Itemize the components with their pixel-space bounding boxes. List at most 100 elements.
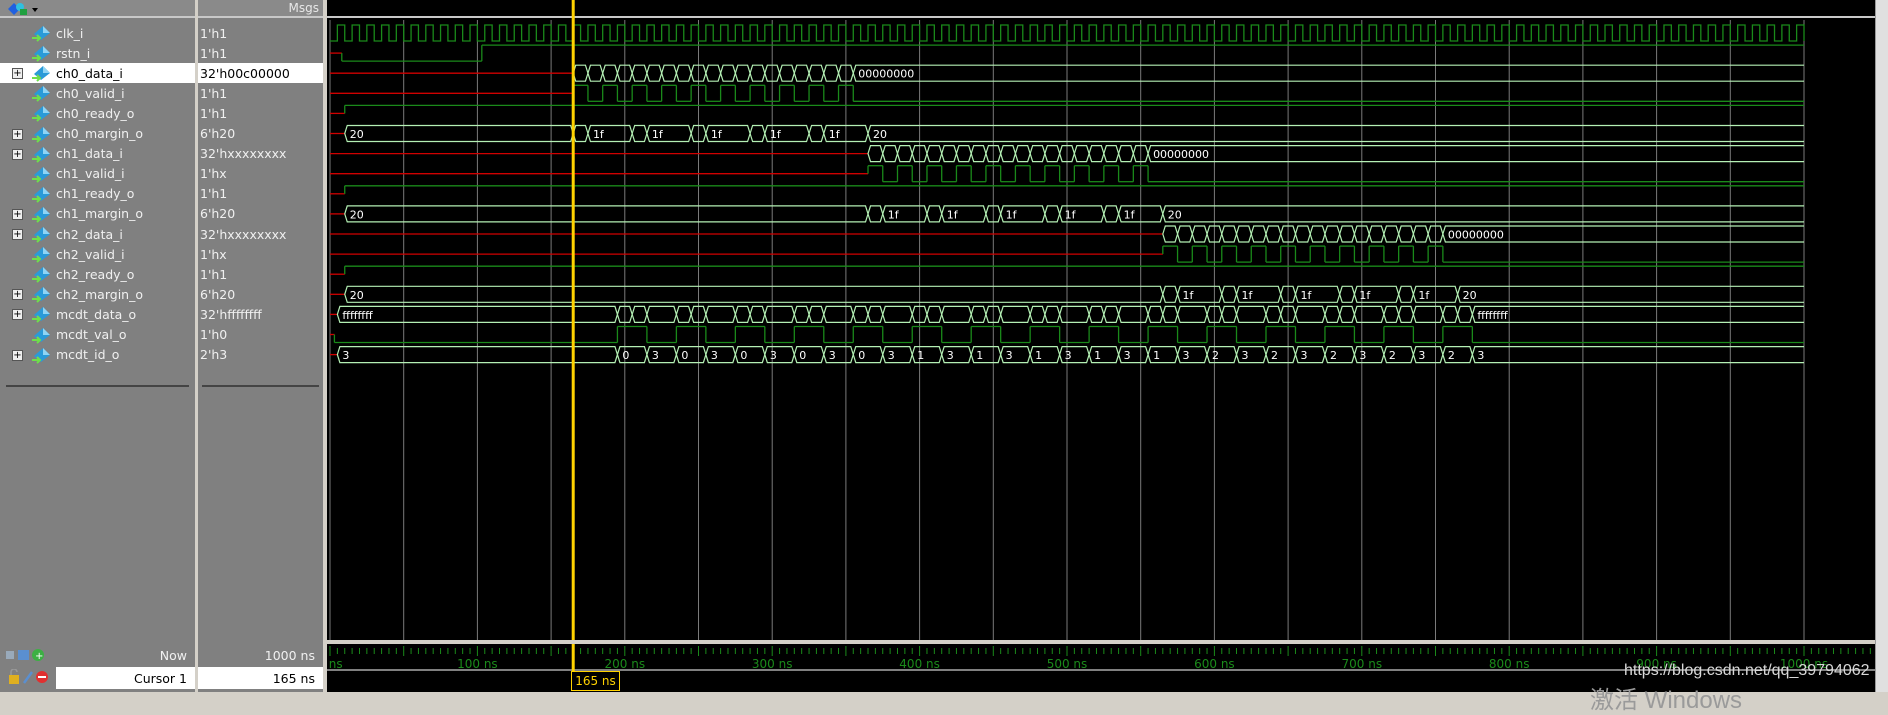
cursor-time-flag[interactable]: 165 ns (571, 671, 620, 691)
ruler-label: 300 ns (752, 657, 793, 671)
bus-cell (1044, 305, 1061, 323)
expand-icon[interactable]: + (12, 309, 23, 321)
expand-icon[interactable]: + (12, 148, 23, 160)
signal-row-rstn_i[interactable]: rstn_i (0, 43, 195, 63)
values-hscroll[interactable] (202, 385, 319, 387)
signal-row-ch2_margin_o[interactable]: + ch2_margin_o (0, 284, 195, 304)
bus-cell (941, 145, 958, 163)
bus-value-label: 3 (652, 349, 659, 362)
bus-cell (970, 305, 987, 323)
bus-cell (1339, 225, 1356, 243)
bus-cell (587, 64, 604, 82)
signal-row-ch2_data_i[interactable]: + ch2_data_i (0, 224, 195, 244)
bus-cell (749, 64, 766, 82)
bus-cell (764, 305, 795, 323)
signal-value-row: 1'h1 (198, 103, 323, 123)
expand-icon[interactable]: + (12, 289, 23, 301)
signal-value-row: 1'h1 (198, 184, 323, 204)
signal-row-ch1_ready_o[interactable]: ch1_ready_o (0, 184, 195, 204)
bus-cell (1235, 225, 1252, 243)
bus-value-label: 20 (350, 289, 364, 302)
signal-value: 6'h20 (200, 126, 236, 141)
expand-icon[interactable]: + (12, 229, 23, 240)
bus-cell (1044, 145, 1061, 163)
vertical-scrollbar[interactable] (1875, 0, 1888, 692)
signal-value-row: 6'h20 (198, 284, 323, 304)
signal-row-ch1_valid_i[interactable]: ch1_valid_i (0, 164, 195, 184)
bus-cell (896, 145, 913, 163)
signal-row-mcdt_id_o[interactable]: + mcdt_id_o (0, 345, 195, 365)
bus-cell (1162, 225, 1179, 243)
signal-name: rstn_i (56, 45, 91, 61)
bus-value-label: 1f (770, 128, 782, 141)
bus-cell (1368, 225, 1385, 243)
bus-value-label: 1f (593, 128, 605, 141)
cursor-time-value[interactable]: 165 ns (198, 667, 323, 689)
signal-row-ch0_ready_o[interactable]: ch0_ready_o (0, 103, 195, 123)
signal-name: ch0_margin_o (56, 126, 143, 141)
bus-cell (734, 64, 751, 82)
signal-row-clk_i[interactable]: clk_i (0, 23, 195, 43)
svg-text:+: + (35, 651, 43, 662)
bus-value-label: 3 (1006, 349, 1013, 362)
signal-row-ch0_margin_o[interactable]: + ch0_margin_o (0, 124, 195, 144)
signal-value: 32'hxxxxxxxx (200, 226, 287, 242)
expand-icon[interactable]: + (12, 208, 23, 220)
signal-row-ch0_data_i[interactable]: + ch0_data_i (0, 63, 195, 84)
names-hscroll[interactable] (6, 385, 189, 387)
signal-value-row: 1'h1 (198, 83, 323, 103)
signal-row-ch2_ready_o[interactable]: ch2_ready_o (0, 264, 195, 284)
bus-cell (1324, 225, 1341, 243)
bus-value-label: 00000000 (1153, 148, 1209, 161)
bus-value-label: 1 (1153, 349, 1160, 362)
bus-value-label: 20 (873, 128, 887, 141)
signal-value-row: 32'hffffffff (198, 304, 323, 324)
bus-value-label: 3 (1300, 349, 1307, 362)
bus-cell (1147, 145, 1804, 163)
signal-row-ch1_data_i[interactable]: + ch1_data_i (0, 144, 195, 164)
bus-value-label: 1 (1035, 349, 1042, 362)
bus-cell (882, 305, 913, 323)
signal-row-ch0_valid_i[interactable]: ch0_valid_i (0, 83, 195, 103)
bus-value-label: 1f (1359, 289, 1371, 302)
bus-cell (1103, 145, 1120, 163)
signal-name: mcdt_data_o (56, 306, 137, 322)
bus-cell (572, 124, 589, 143)
expand-icon[interactable]: + (12, 128, 23, 140)
bus-cell (631, 124, 648, 143)
signal-icon (32, 146, 50, 163)
signal-row-ch2_valid_i[interactable]: ch2_valid_i (0, 244, 195, 264)
waveform-pane[interactable]: 00000000 20 1f 1f 1f 1f 1f 20 00000000 20 1f 1f 1f 1f… (327, 0, 1875, 640)
bus-cell (882, 145, 899, 163)
wave-tools-icon[interactable] (6, 1, 40, 17)
signal-row-mcdt_val_o[interactable]: mcdt_val_o (0, 325, 195, 345)
cursor-name[interactable]: Cursor 1 (56, 667, 195, 689)
bus-cell (1265, 305, 1282, 323)
waveform-canvas[interactable]: 0000000020 1f 1f 1f 1f 1f 200000000020 1f 1f 1f 1f… (327, 0, 1875, 640)
signal-name: ch1_ready_o (56, 186, 135, 202)
signal-value: 32'hffffffff (200, 306, 262, 322)
signal-row-ch1_margin_o[interactable]: + ch1_margin_o (0, 204, 195, 224)
bus-value-label: 1f (1065, 208, 1077, 221)
expand-icon[interactable]: + (12, 68, 23, 80)
bus-cell (926, 305, 943, 323)
lock-cursor-icon[interactable] (6, 669, 50, 685)
bus-value-label: 3 (1477, 349, 1484, 362)
bus-value-label: 1f (829, 128, 841, 141)
bus-value-label: 1f (652, 128, 664, 141)
bus-value-label: 2 (1448, 349, 1455, 362)
signal-value-row: 1'h1 (198, 264, 323, 284)
bus-cell (1339, 285, 1356, 303)
signal-icon (32, 86, 50, 103)
bus-cell (749, 305, 766, 323)
bus-value-label: ffffffff (1477, 309, 1508, 322)
signal-row-mcdt_data_o[interactable]: + mcdt_data_o (0, 304, 195, 324)
signal-icon (32, 206, 50, 223)
signal-value-row: 6'h20 (198, 124, 323, 144)
add-cursor-icon[interactable]: + (4, 648, 52, 662)
bus-cell (1398, 305, 1415, 323)
signal-value: 6'h20 (200, 286, 236, 302)
expand-icon[interactable]: + (12, 349, 23, 361)
bus-cell (1147, 305, 1164, 323)
bus-cell (1221, 225, 1238, 243)
